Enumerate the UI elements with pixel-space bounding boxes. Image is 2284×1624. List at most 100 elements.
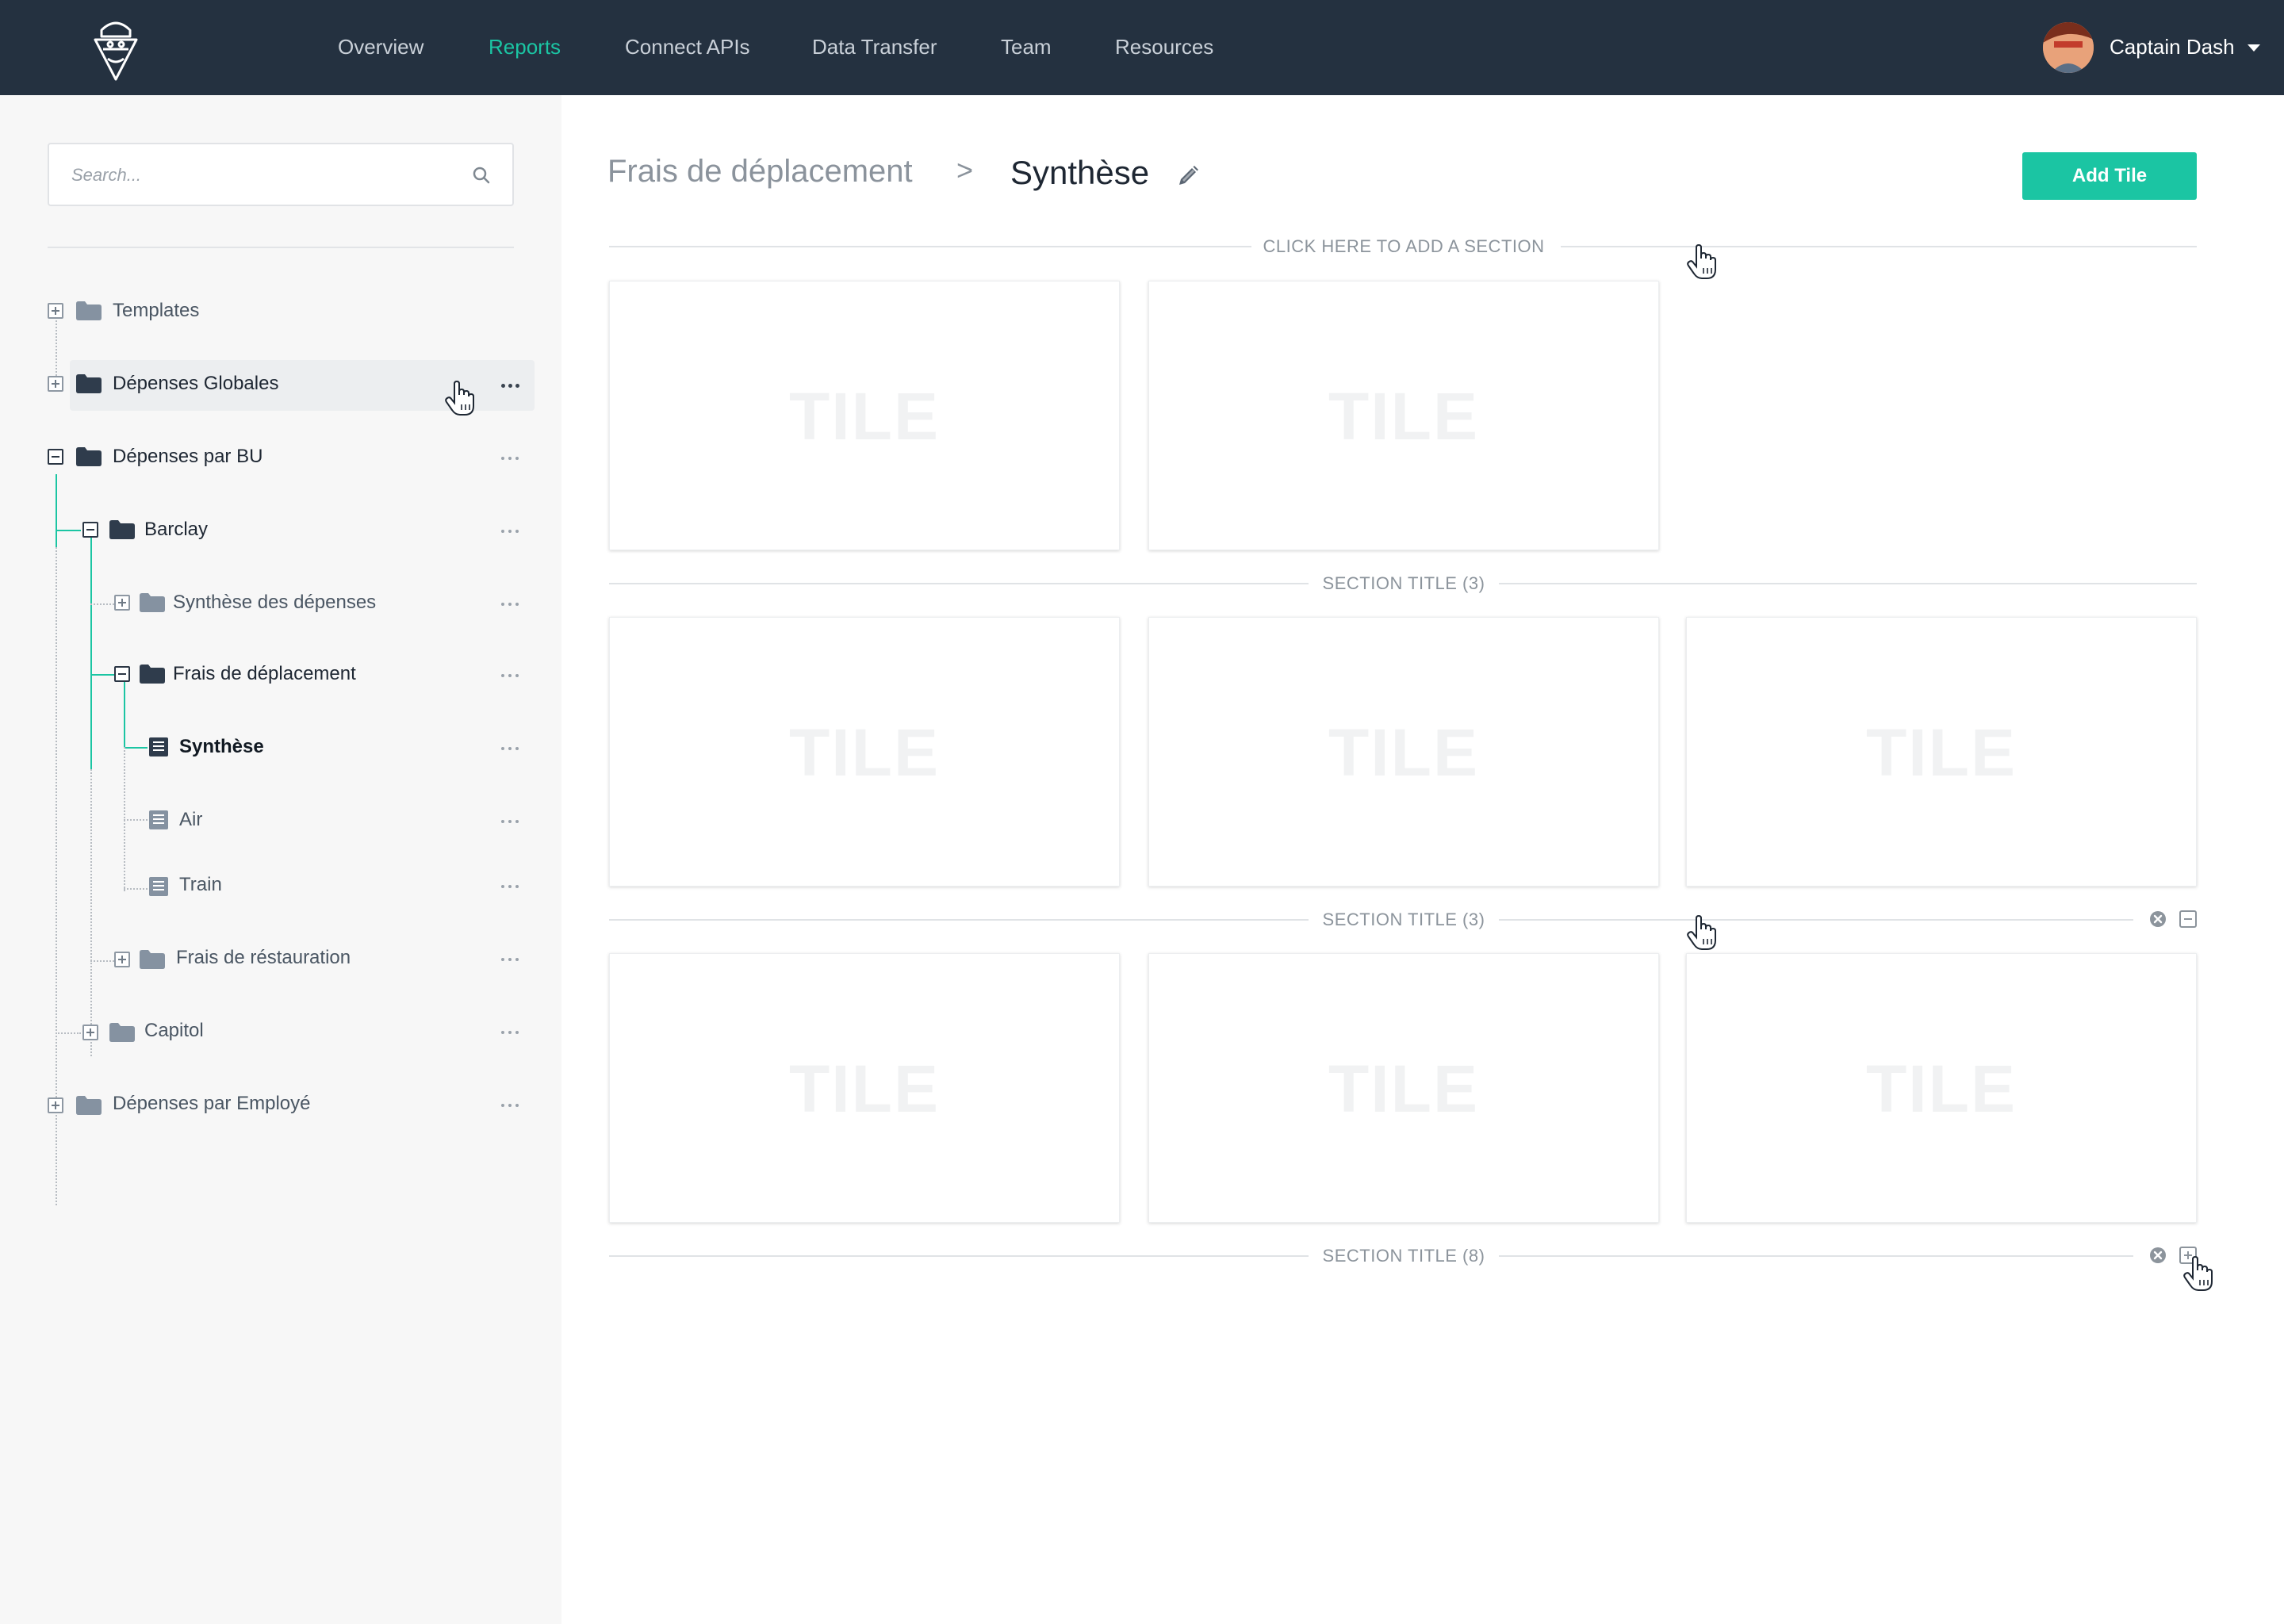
more-options-icon[interactable] [501,1029,520,1036]
collapse-icon[interactable] [114,666,130,682]
collapse-icon[interactable] [48,449,63,465]
section-title[interactable]: SECTION TITLE (3) [1309,573,1499,594]
nav-team[interactable]: Team [1001,35,1052,59]
folder-icon [140,950,165,969]
folder-icon [76,447,102,466]
tile-placeholder-label: TILE [1328,379,1479,454]
expand-icon[interactable] [114,595,130,611]
tree-item-label[interactable]: Dépenses Globales [113,373,278,395]
nav-overview[interactable]: Overview [338,35,423,59]
tree-item-train[interactable]: Train [179,874,222,896]
section-title[interactable]: SECTION TITLE (8) [1309,1246,1499,1266]
expand-icon[interactable] [114,952,130,967]
tile-placeholder-label: TILE [1866,1051,2017,1126]
tree-connector [124,888,148,890]
captain-logo-icon[interactable] [84,13,148,82]
more-options-icon[interactable] [501,883,520,890]
section-divider [609,246,1251,247]
tile[interactable]: TILE [1686,617,2197,887]
remove-section-icon[interactable] [2149,1247,2167,1264]
more-options-icon[interactable] [501,1102,520,1109]
avatar[interactable] [2043,22,2094,73]
more-options-icon[interactable] [501,382,520,389]
tile[interactable]: TILE [1148,281,1659,550]
tree-item-synthese[interactable]: Synthèse [179,736,264,758]
tile-placeholder-label: TILE [789,715,940,790]
tree-item-capitol[interactable]: Capitol [144,1020,204,1042]
tree-item-frais-de-restauration[interactable]: Frais de réstauration [176,947,351,969]
tile[interactable]: TILE [1686,953,2197,1223]
more-options-icon[interactable] [501,528,520,534]
collapse-section-icon[interactable] [2179,910,2197,928]
tree-connector-active [90,538,92,769]
chevron-down-icon[interactable] [2248,44,2260,52]
tile[interactable]: TILE [1148,953,1659,1223]
nav-reports[interactable]: Reports [489,35,561,59]
add-section-link[interactable]: CLICK HERE TO ADD A SECTION [1245,236,1562,257]
folder-icon [76,374,102,393]
search-input[interactable] [71,160,452,190]
expand-section-icon[interactable] [2179,1247,2197,1264]
user-name[interactable]: Captain Dash [2110,35,2235,59]
tile-placeholder-label: TILE [789,379,940,454]
nav-data-transfer[interactable]: Data Transfer [812,35,937,59]
avatar-face-icon [2043,22,2094,73]
tile-placeholder-label: TILE [1866,715,2017,790]
tree-item-depenses-par-employe[interactable]: Dépenses par Employé [113,1093,310,1115]
tile[interactable]: TILE [1148,617,1659,887]
tile[interactable]: TILE [609,953,1120,1223]
nav-resources[interactable]: Resources [1115,35,1213,59]
more-options-icon[interactable] [501,745,520,752]
folder-icon [76,1096,102,1115]
tile-placeholder-label: TILE [1328,1051,1479,1126]
nav-connect-apis[interactable]: Connect APIs [625,35,750,59]
expand-icon[interactable] [48,1097,63,1113]
add-tile-button[interactable]: Add Tile [2022,152,2197,200]
breadcrumb-separator: > [956,154,974,186]
tree-item-air[interactable]: Air [179,809,202,831]
edit-title-icon[interactable] [1175,163,1201,189]
sidebar: Templates Dépenses Globales Dépenses par… [0,95,561,1624]
section-title[interactable]: SECTION TITLE (3) [1309,910,1499,930]
report-icon [149,877,168,896]
expand-icon[interactable] [82,1025,98,1040]
remove-section-icon[interactable] [2149,910,2167,928]
tree-connector [90,603,114,605]
more-options-icon[interactable] [501,956,520,963]
section-divider [609,583,1309,584]
more-options-icon[interactable] [501,455,520,462]
expand-icon[interactable] [48,376,63,392]
tree-item-barclay[interactable]: Barclay [144,519,208,541]
more-options-icon[interactable] [501,818,520,825]
report-icon [149,737,168,756]
tile[interactable]: TILE [609,281,1120,550]
section-divider [1561,246,2197,247]
tile[interactable]: TILE [609,617,1120,887]
sidebar-divider [48,247,514,248]
breadcrumb-parent[interactable]: Frais de déplacement [607,154,913,190]
expand-icon[interactable] [48,303,63,319]
section-divider [1499,583,2197,584]
tree-item-depenses-par-bu[interactable]: Dépenses par BU [113,446,263,468]
tree-item-synthese-des-depenses[interactable]: Synthèse des dépenses [173,592,376,614]
tree-item-label[interactable]: Templates [113,300,199,322]
more-options-icon[interactable] [501,601,520,607]
more-options-icon[interactable] [501,672,520,679]
tile-placeholder-label: TILE [789,1051,940,1126]
tree-connector-active [56,474,57,547]
top-navigation-bar: Overview Reports Connect APIs Data Trans… [0,0,2284,95]
hand-cursor-icon [1687,244,1716,279]
folder-icon [109,1023,135,1042]
tree-connector-active [56,530,81,531]
folder-icon [140,665,165,684]
folder-icon [76,301,102,320]
collapse-icon[interactable] [82,522,98,538]
section-divider [1499,919,2133,921]
folder-icon [109,520,135,539]
search-icon[interactable] [471,165,492,186]
folder-icon [140,593,165,612]
tree-connector [90,960,114,962]
tree-item-frais-de-deplacement[interactable]: Frais de déplacement [173,663,356,685]
section-divider [609,1255,1309,1257]
tile-placeholder-label: TILE [1328,715,1479,790]
